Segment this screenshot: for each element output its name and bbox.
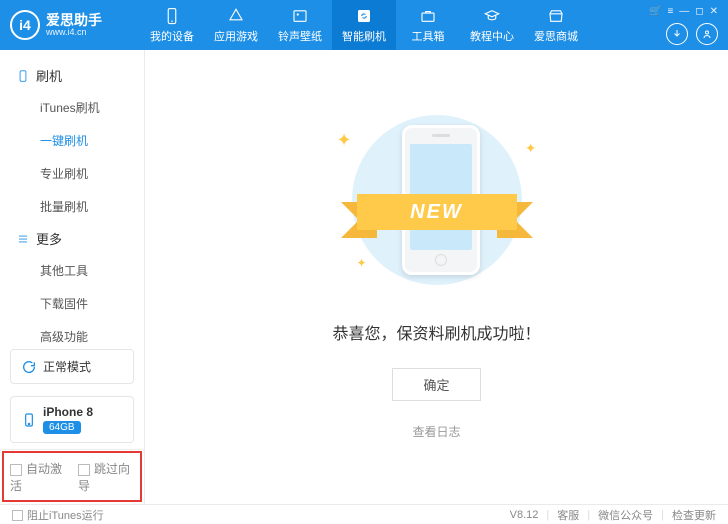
- nav-tutorials[interactable]: 教程中心: [460, 0, 524, 50]
- sidebar-item-other-tools[interactable]: 其他工具: [0, 254, 144, 287]
- block-itunes-checkbox[interactable]: 阻止iTunes运行: [12, 507, 104, 523]
- sidebar-footer: 自动激活 跳过向导: [0, 449, 144, 504]
- check-update-link[interactable]: 检查更新: [672, 507, 716, 523]
- nav-ringtones[interactable]: 铃声壁纸: [268, 0, 332, 50]
- store-icon: [547, 7, 565, 25]
- sidebar-group-more: 更多: [0, 223, 144, 254]
- top-nav: 我的设备 应用游戏 铃声壁纸 智能刷机 工具箱 教程中心 爱思商城: [140, 0, 649, 50]
- phone-icon: [163, 7, 181, 25]
- sidebar: 刷机 iTunes刷机 一键刷机 专业刷机 批量刷机 更多 其他工具 下载固件 …: [0, 50, 145, 504]
- title-bar: i4 爱思助手 www.i4.cn 我的设备 应用游戏 铃声壁纸 智能刷机 工具…: [0, 0, 728, 50]
- status-bar: 阻止iTunes运行 V8.12 | 客服 | 微信公众号 | 检查更新: [0, 504, 728, 524]
- brand-name: 爱思助手: [46, 13, 102, 27]
- refresh-icon: [21, 359, 37, 375]
- device-box[interactable]: iPhone 8 64GB: [10, 396, 134, 443]
- cart-icon[interactable]: 🛒: [649, 6, 661, 17]
- nav-label: 我的设备: [150, 28, 194, 44]
- sidebar-group-flash: 刷机: [0, 60, 144, 91]
- phone-icon: [16, 69, 30, 83]
- download-icon[interactable]: [666, 23, 688, 45]
- main-area: 刷机 iTunes刷机 一键刷机 专业刷机 批量刷机 更多 其他工具 下载固件 …: [0, 50, 728, 504]
- nav-my-device[interactable]: 我的设备: [140, 0, 204, 50]
- user-icon[interactable]: [696, 23, 718, 45]
- nav-label: 铃声壁纸: [278, 28, 322, 44]
- refresh-icon: [355, 7, 373, 25]
- nav-label: 教程中心: [470, 28, 514, 44]
- nav-store[interactable]: 爱思商城: [524, 0, 588, 50]
- new-ribbon: NEW: [337, 188, 537, 238]
- nav-label: 爱思商城: [534, 28, 578, 44]
- window-controls: 🛒 ≡ — ◻ ✕: [649, 6, 718, 45]
- content-pane: ✦ ✦ ✦ NEW 恭喜您，保资料刷机成功啦！ 确定 查看日志: [145, 50, 728, 504]
- logo-icon: i4: [10, 10, 40, 40]
- maximize-button[interactable]: ◻: [695, 6, 703, 17]
- mode-box[interactable]: 正常模式: [10, 349, 134, 384]
- wechat-link[interactable]: 微信公众号: [598, 507, 653, 523]
- menu-icon[interactable]: ≡: [667, 6, 673, 17]
- nav-flash[interactable]: 智能刷机: [332, 0, 396, 50]
- image-icon: [291, 7, 309, 25]
- brand-site: www.i4.cn: [46, 27, 102, 37]
- close-button[interactable]: ✕: [710, 6, 718, 17]
- device-name: iPhone 8: [43, 405, 93, 419]
- sidebar-item-pro-flash[interactable]: 专业刷机: [0, 157, 144, 190]
- group-title: 更多: [36, 229, 62, 248]
- nav-apps[interactable]: 应用游戏: [204, 0, 268, 50]
- menu-icon: [16, 232, 30, 246]
- app-logo: i4 爱思助手 www.i4.cn: [10, 10, 140, 40]
- ok-button[interactable]: 确定: [392, 368, 480, 401]
- sidebar-item-batch-flash[interactable]: 批量刷机: [0, 190, 144, 223]
- phone-icon: [21, 412, 37, 428]
- minimize-button[interactable]: —: [679, 6, 689, 17]
- toolbox-icon: [419, 7, 437, 25]
- auto-activate-checkbox[interactable]: 自动激活: [10, 460, 66, 494]
- graduation-icon: [483, 7, 501, 25]
- success-message: 恭喜您，保资料刷机成功啦！: [332, 320, 540, 344]
- mode-label: 正常模式: [43, 358, 91, 375]
- group-title: 刷机: [36, 66, 62, 85]
- success-illustration: ✦ ✦ ✦ NEW: [327, 110, 547, 290]
- support-link[interactable]: 客服: [557, 507, 579, 523]
- nav-toolbox[interactable]: 工具箱: [396, 0, 460, 50]
- nav-label: 工具箱: [412, 28, 445, 44]
- nav-label: 智能刷机: [342, 28, 386, 44]
- device-capacity-badge: 64GB: [43, 421, 81, 434]
- sidebar-item-download-firmware[interactable]: 下载固件: [0, 287, 144, 320]
- skip-wizard-checkbox[interactable]: 跳过向导: [78, 460, 134, 494]
- nav-label: 应用游戏: [214, 28, 258, 44]
- view-log-link[interactable]: 查看日志: [412, 423, 460, 440]
- sidebar-item-itunes-flash[interactable]: iTunes刷机: [0, 91, 144, 124]
- version-label: V8.12: [510, 509, 539, 521]
- apps-icon: [227, 7, 245, 25]
- sidebar-item-one-click-flash[interactable]: 一键刷机: [0, 124, 144, 157]
- sidebar-item-advanced[interactable]: 高级功能: [0, 320, 144, 343]
